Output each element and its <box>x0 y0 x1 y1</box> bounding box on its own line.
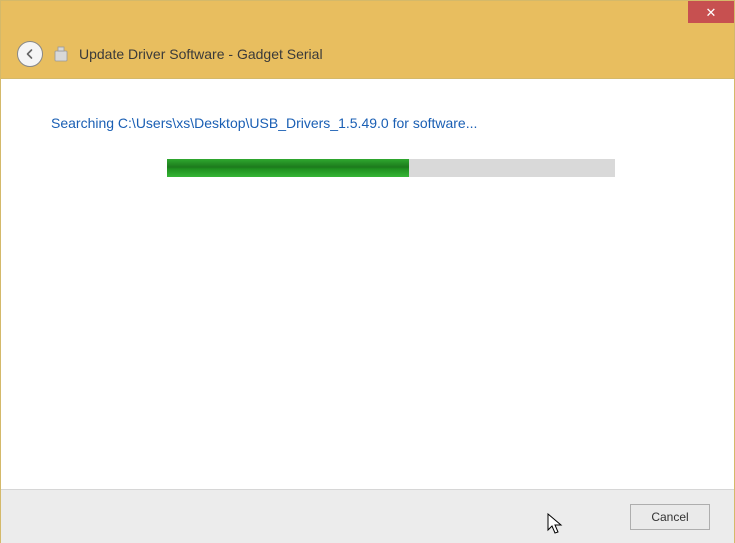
progress-bar <box>167 159 615 177</box>
wizard-content: Searching C:\Users\xs\Desktop\USB_Driver… <box>1 79 734 489</box>
status-text: Searching C:\Users\xs\Desktop\USB_Driver… <box>51 115 684 131</box>
wizard-header: Update Driver Software - Gadget Serial <box>1 29 734 79</box>
wizard-footer: Cancel <box>1 489 734 543</box>
back-button[interactable] <box>17 41 43 67</box>
progress-fill <box>167 159 409 177</box>
window-titlebar: ✕ <box>1 1 734 29</box>
close-icon: ✕ <box>706 6 717 19</box>
cancel-button[interactable]: Cancel <box>630 504 710 530</box>
device-icon <box>53 46 69 62</box>
arrow-left-icon <box>24 48 36 60</box>
close-button[interactable]: ✕ <box>688 1 734 23</box>
wizard-title: Update Driver Software - Gadget Serial <box>79 46 323 62</box>
